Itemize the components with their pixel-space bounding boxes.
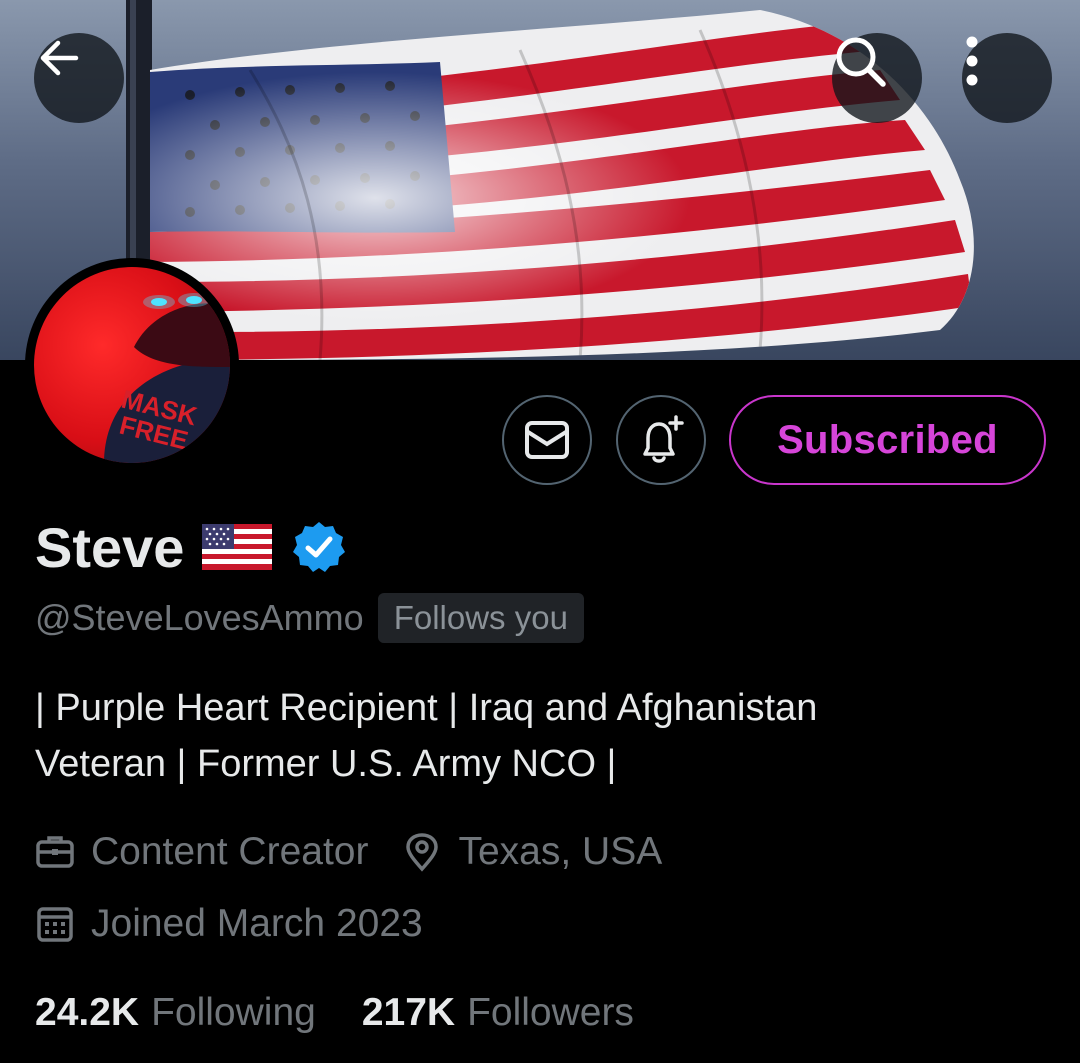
- joined-text: Joined March 2023: [91, 902, 423, 945]
- message-button[interactable]: [502, 395, 592, 485]
- category-text: Content Creator: [91, 830, 369, 873]
- verified-badge-icon[interactable]: [292, 520, 346, 574]
- bio-line-2: Veteran | Former U.S. Army NCO |: [35, 743, 617, 785]
- arrow-left-icon: [40, 40, 79, 76]
- bell-plus-icon: [643, 415, 684, 463]
- follow-stats-row: 24.2K Following 217K Followers: [35, 986, 634, 1040]
- handle-row: @SteveLovesAmmo Follows you: [35, 592, 584, 644]
- joined-item: Joined March 2023: [35, 902, 423, 946]
- mail-icon: [525, 421, 569, 459]
- location-item: Texas, USA: [402, 830, 662, 874]
- search-icon: [836, 37, 886, 87]
- back-button[interactable]: [34, 33, 124, 123]
- avatar-photo-graphic: MASK FREE: [104, 293, 230, 463]
- briefcase-icon: [36, 836, 74, 868]
- subscribed-button[interactable]: Subscribed: [729, 395, 1046, 485]
- following-label: Following: [151, 991, 316, 1034]
- notifications-button[interactable]: [616, 395, 706, 485]
- followers-count: 217K: [361, 991, 456, 1034]
- avatar[interactable]: MASK FREE: [25, 258, 239, 472]
- following-link[interactable]: 24.2K Following: [35, 991, 316, 1035]
- more-vertical-icon: [966, 36, 978, 86]
- profile-meta-row: Content Creator Texas, USA: [35, 826, 662, 878]
- bio-line-1: | Purple Heart Recipient | Iraq and Afgh…: [35, 687, 818, 729]
- avatar-image: MASK FREE: [34, 267, 230, 463]
- followers-link[interactable]: 217K Followers: [362, 991, 634, 1035]
- search-button[interactable]: [832, 33, 922, 123]
- category-item: Content Creator: [35, 830, 368, 874]
- location-text: Texas, USA: [458, 830, 663, 873]
- joined-row: Joined March 2023: [35, 898, 423, 950]
- followers-label: Followers: [467, 991, 634, 1034]
- following-count: 24.2K: [35, 991, 140, 1034]
- subscribed-label: Subscribed: [777, 417, 998, 462]
- profile-handle: @SteveLovesAmmo: [35, 597, 364, 638]
- calendar-icon: [37, 907, 73, 942]
- profile-name: Steve: [35, 515, 185, 579]
- location-pin-icon: [406, 833, 439, 872]
- us-flag-emoji-icon: [202, 524, 273, 570]
- profile-bio: | Purple Heart Recipient | Iraq and Afgh…: [35, 680, 1035, 792]
- profile-name-row: Steve: [35, 512, 346, 582]
- follows-you-badge: Follows you: [377, 593, 584, 643]
- more-options-button[interactable]: [962, 33, 1052, 123]
